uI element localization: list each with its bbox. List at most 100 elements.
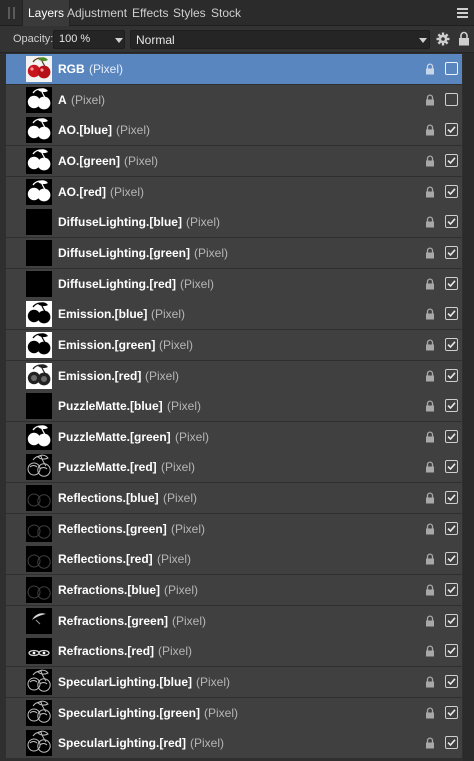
layer-row[interactable]: SpecularLighting.[blue] (Pixel) [6,667,462,697]
blend-mode-value: Normal [136,33,175,47]
layer-row[interactable]: RGB (Pixel) [6,54,462,84]
layer-row[interactable]: Reflections.[blue] (Pixel) [6,483,462,514]
lock-icon[interactable] [425,553,435,565]
visibility-checkbox[interactable] [445,736,458,750]
visibility-checkbox[interactable] [445,123,458,137]
visibility-checkbox[interactable] [445,552,458,566]
layer-row[interactable]: Reflections.[green] (Pixel) [6,513,462,544]
layer-row[interactable]: Refractions.[red] (Pixel) [6,636,462,667]
layer-row[interactable]: DiffuseLighting.[blue] (Pixel) [6,207,462,238]
lock-icon[interactable] [425,216,435,228]
layer-row[interactable]: DiffuseLighting.[green] (Pixel) [6,237,462,268]
tab-stock[interactable]: Stock [211,0,241,26]
visibility-checkbox[interactable] [445,491,458,505]
lock-icon[interactable] [425,676,435,688]
tab-effects[interactable]: Effects [132,0,168,26]
hamburger-menu-icon[interactable] [457,8,468,18]
visibility-checkbox[interactable] [445,460,458,474]
visibility-checkbox[interactable] [445,184,458,198]
panel-drag-handle[interactable] [8,7,16,19]
layer-row[interactable]: SpecularLighting.[red] (Pixel) [6,728,462,759]
lock-icon[interactable] [425,492,435,504]
visibility-checkbox[interactable] [445,153,458,167]
layer-row[interactable]: Reflections.[red] (Pixel) [6,544,462,575]
layer-name: PuzzleMatte.[blue] [58,399,163,414]
layer-row[interactable]: AO.[red] (Pixel) [6,176,462,207]
visibility-checkbox[interactable] [445,705,458,719]
layer-type: (Pixel) [163,491,198,506]
lock-icon[interactable] [425,247,435,259]
visibility-checkbox[interactable] [445,583,458,597]
visibility-checkbox[interactable] [445,337,458,351]
layer-row[interactable]: Emission.[red] (Pixel) [6,360,462,391]
visibility-checkbox[interactable] [445,613,458,627]
layer-row[interactable]: Refractions.[blue] (Pixel) [6,575,462,606]
scrollbar[interactable] [463,53,474,761]
visibility-checkbox[interactable] [445,215,458,229]
layer-row[interactable]: Emission.[green] (Pixel) [6,329,462,360]
visibility-checkbox[interactable] [445,92,458,106]
layer-row[interactable]: DiffuseLighting.[red] (Pixel) [6,268,462,299]
lock-icon[interactable] [425,63,435,75]
lock-icon[interactable] [425,94,435,106]
layer-type: (Pixel) [196,675,231,689]
chevron-down-icon[interactable] [419,38,427,43]
layer-row[interactable]: PuzzleMatte.[green] (Pixel) [6,421,462,452]
tab-adjustment[interactable]: Adjustment [67,0,127,26]
layer-row[interactable]: A (Pixel) [6,84,462,115]
layer-row[interactable]: Refractions.[green] (Pixel) [6,605,462,636]
layer-name: SpecularLighting.[green] [58,705,201,720]
layer-row[interactable]: PuzzleMatte.[red] (Pixel) [6,452,462,483]
blend-mode-select[interactable]: Normal [130,30,430,49]
lock-icon[interactable] [425,707,435,719]
opacity-value: 100 % [59,33,91,45]
lock-icon[interactable] [425,186,435,198]
lock-icon[interactable] [425,155,435,167]
lock-icon[interactable] [425,431,435,443]
lock-icon[interactable] [425,645,435,657]
visibility-checkbox[interactable] [445,399,458,413]
layer-row[interactable]: AO.[blue] (Pixel) [6,115,462,146]
layer-name: Refractions.[red] [58,644,155,659]
layer-row[interactable]: PuzzleMatte.[blue] (Pixel) [6,391,462,422]
lock-icon[interactable] [425,615,435,627]
lock-icon[interactable] [425,523,435,535]
lock-icon[interactable] [425,124,435,136]
layer-type: (Pixel) [159,337,194,352]
layer-row[interactable]: SpecularLighting.[green] (Pixel) [6,697,462,728]
gear-icon[interactable] [436,32,450,46]
visibility-checkbox[interactable] [445,245,458,259]
chevron-down-icon[interactable] [115,38,123,43]
visibility-checkbox[interactable] [445,644,458,658]
layer-name: PuzzleMatte.[green] [58,429,171,444]
layer-thumbnail [26,147,52,174]
lock-icon[interactable] [425,278,435,290]
visibility-checkbox[interactable] [445,307,458,321]
tab-layers[interactable]: Layers [22,0,71,26]
visibility-checkbox[interactable] [445,276,458,290]
visibility-checkbox[interactable] [445,675,458,688]
visibility-checkbox[interactable] [445,62,458,75]
tab-styles[interactable]: Styles [173,0,206,26]
layer-type: (Pixel) [180,276,215,291]
layer-thumbnail [26,515,52,542]
lock-icon[interactable] [458,31,470,46]
lock-icon[interactable] [425,308,435,320]
layer-type: (Pixel) [190,736,225,751]
lock-icon[interactable] [425,369,435,382]
layer-thumbnail [26,730,52,757]
visibility-checkbox[interactable] [445,429,458,443]
visibility-checkbox[interactable] [445,368,458,382]
layer-row[interactable]: AO.[green] (Pixel) [6,145,462,176]
visibility-checkbox[interactable] [445,521,458,535]
lock-icon[interactable] [425,584,435,596]
lock-icon[interactable] [425,339,435,351]
lock-icon[interactable] [425,461,435,473]
layer-name: AO.[blue] [58,123,112,138]
opacity-field[interactable]: 100 % [53,30,125,49]
layer-row[interactable]: Emission.[blue] (Pixel) [6,299,462,330]
layer-thumbnail [26,178,52,205]
lock-icon[interactable] [425,737,435,749]
lock-icon[interactable] [425,400,435,412]
layer-type: (Pixel) [157,552,192,567]
